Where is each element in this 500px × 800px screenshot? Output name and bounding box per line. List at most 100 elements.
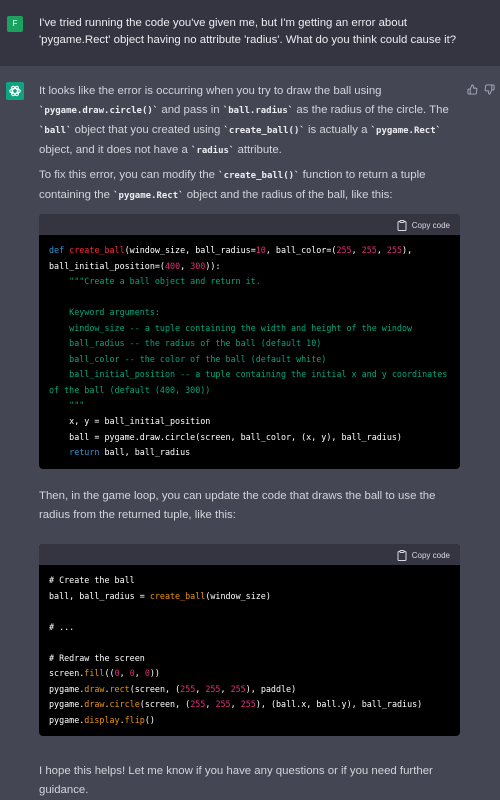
code-line: ball_color -- the color of the ball (def… (49, 352, 450, 368)
code-token: 255 (180, 683, 196, 694)
code-token: fill (84, 668, 105, 679)
code-line: Keyword arguments: (49, 305, 450, 321)
code-line: ball_initial_position=(400, 300)): (49, 259, 450, 275)
code-token: , (195, 683, 206, 694)
code-line: """ (49, 398, 450, 414)
code-token: 255 (336, 245, 352, 255)
code-token: window_size -- a tuple containing the wi… (49, 322, 413, 333)
code-block-header: Copy code (39, 214, 460, 235)
copy-code-button[interactable]: Copy code (397, 218, 450, 232)
code-token: ball, ball_radius = (49, 590, 150, 601)
code-token: """Create a ball object and return it. (49, 276, 261, 287)
code-token: create_ball (149, 590, 206, 601)
code-line: """Create a ball object and return it. (49, 274, 450, 290)
code-token: Keyword arguments: (49, 307, 160, 318)
code-token: # Redraw the screen (49, 652, 145, 663)
code-token: )) (149, 668, 160, 679)
code-line: pygame.display.flip() (49, 713, 450, 729)
thumbs-down-button[interactable] (484, 82, 495, 100)
code-token: , (134, 668, 145, 679)
code-token: ball_initial_position -- a tuple contain… (49, 369, 448, 380)
user-message-text: I've tried running the code you've given… (39, 17, 457, 46)
code-block-2: Copy code # Create the ball ball, ball_ra… (39, 544, 460, 737)
code-line: return ball, ball_radius (49, 445, 450, 461)
code-token: ball_initial_position=( (49, 260, 165, 271)
code-token: circle (109, 699, 140, 710)
code-token: ball = pygame.draw.circle(screen, ball_c… (49, 431, 402, 442)
code-token: 255 (205, 683, 221, 694)
code-token: (window_size, ball_radius= (124, 245, 256, 255)
assistant-avatar (6, 82, 24, 100)
code-line: def create_ball(window_size, ball_radius… (49, 243, 450, 259)
assistant-paragraph-4: I hope this helps! Let me know if you ha… (39, 765, 433, 796)
code-line: # Create the ball (49, 573, 450, 589)
copy-code-button[interactable]: Copy code (397, 548, 450, 562)
code-token: 255 (361, 245, 377, 255)
code-block-1: Copy code def create_ball(window_size, b… (39, 214, 460, 469)
code-token: draw (84, 699, 105, 710)
code-token: # Create the ball (49, 575, 135, 585)
assistant-paragraph-2: To fix this error, you can modify the `c… (39, 169, 426, 201)
code-line: pygame.draw.circle(screen, (255, 255, 25… (49, 697, 450, 713)
code-token: create_ball (69, 245, 125, 255)
code-line: screen.fill((0, 0, 0)) (49, 666, 450, 682)
code-line: ball_radius -- the radius of the ball (d… (49, 336, 450, 352)
code-token: draw (84, 683, 105, 694)
code-line: pygame.draw.rect(screen, (255, 255, 255)… (49, 682, 450, 698)
user-avatar: F (7, 16, 23, 32)
code-line: ball_initial_position -- a tuple contain… (49, 367, 450, 383)
copy-code-label: Copy code (411, 220, 450, 230)
clipboard-icon (397, 219, 407, 231)
code-line: window_size -- a tuple containing the wi… (49, 321, 450, 337)
code-block-header: Copy code (39, 544, 460, 565)
code-token: """ (49, 400, 85, 411)
code-token: 255 (215, 699, 231, 710)
code-token: 255 (240, 699, 256, 710)
code-token: ball, ball_radius (99, 447, 191, 458)
code-token: , (205, 699, 216, 710)
thumbs-up-icon (467, 84, 478, 95)
code-line: ball, ball_radius = create_ball(window_s… (49, 589, 450, 605)
thumbs-down-icon (484, 84, 495, 95)
code-content: # Create the ball ball, ball_radius = cre… (39, 565, 460, 736)
thumbs-up-button[interactable] (467, 82, 478, 100)
assistant-paragraph-1: It looks like the error is occurring whe… (39, 85, 449, 156)
code-token: , (119, 668, 130, 679)
code-token: )) (205, 260, 216, 271)
code-token: (( (104, 668, 115, 679)
code-line: x, y = ball_initial_position (49, 414, 450, 430)
code-token: return (49, 447, 100, 458)
code-token: pygame. (49, 683, 85, 694)
code-token: display (84, 714, 120, 725)
code-token: 300 (190, 260, 206, 271)
code-token: (screen, ( (139, 699, 191, 710)
assistant-paragraph-3: Then, in the game loop, you can update t… (39, 490, 436, 521)
copy-code-label: Copy code (411, 550, 450, 560)
code-token: pygame. (49, 699, 85, 710)
code-token: 255 (230, 683, 246, 694)
code-line: ball = pygame.draw.circle(screen, ball_c… (49, 430, 450, 446)
code-token: , (220, 683, 231, 694)
code-token: # ... (49, 621, 75, 632)
code-token: () (144, 714, 155, 725)
code-token: , (376, 245, 387, 255)
code-token: 10 (255, 245, 266, 255)
code-token: (window_size) (205, 590, 271, 601)
code-token: ), (402, 245, 413, 255)
code-token: ball_radius -- the radius of the ball (d… (49, 338, 322, 349)
code-line: of the ball (default (400, 300)) (49, 383, 450, 399)
code-token: x, y = ball_initial_position (49, 416, 211, 427)
code-token: rect (109, 683, 130, 694)
code-token: , (180, 260, 191, 271)
code-token: , ball_color=( (265, 245, 337, 255)
openai-logo-icon (9, 85, 21, 97)
code-token: , (230, 699, 241, 710)
code-line: # ... (49, 620, 450, 636)
code-token: 400 (164, 260, 181, 271)
code-token: of the ball (default (400, 300)) (49, 384, 211, 395)
code-token: , (351, 245, 362, 255)
code-token: 255 (386, 245, 403, 255)
